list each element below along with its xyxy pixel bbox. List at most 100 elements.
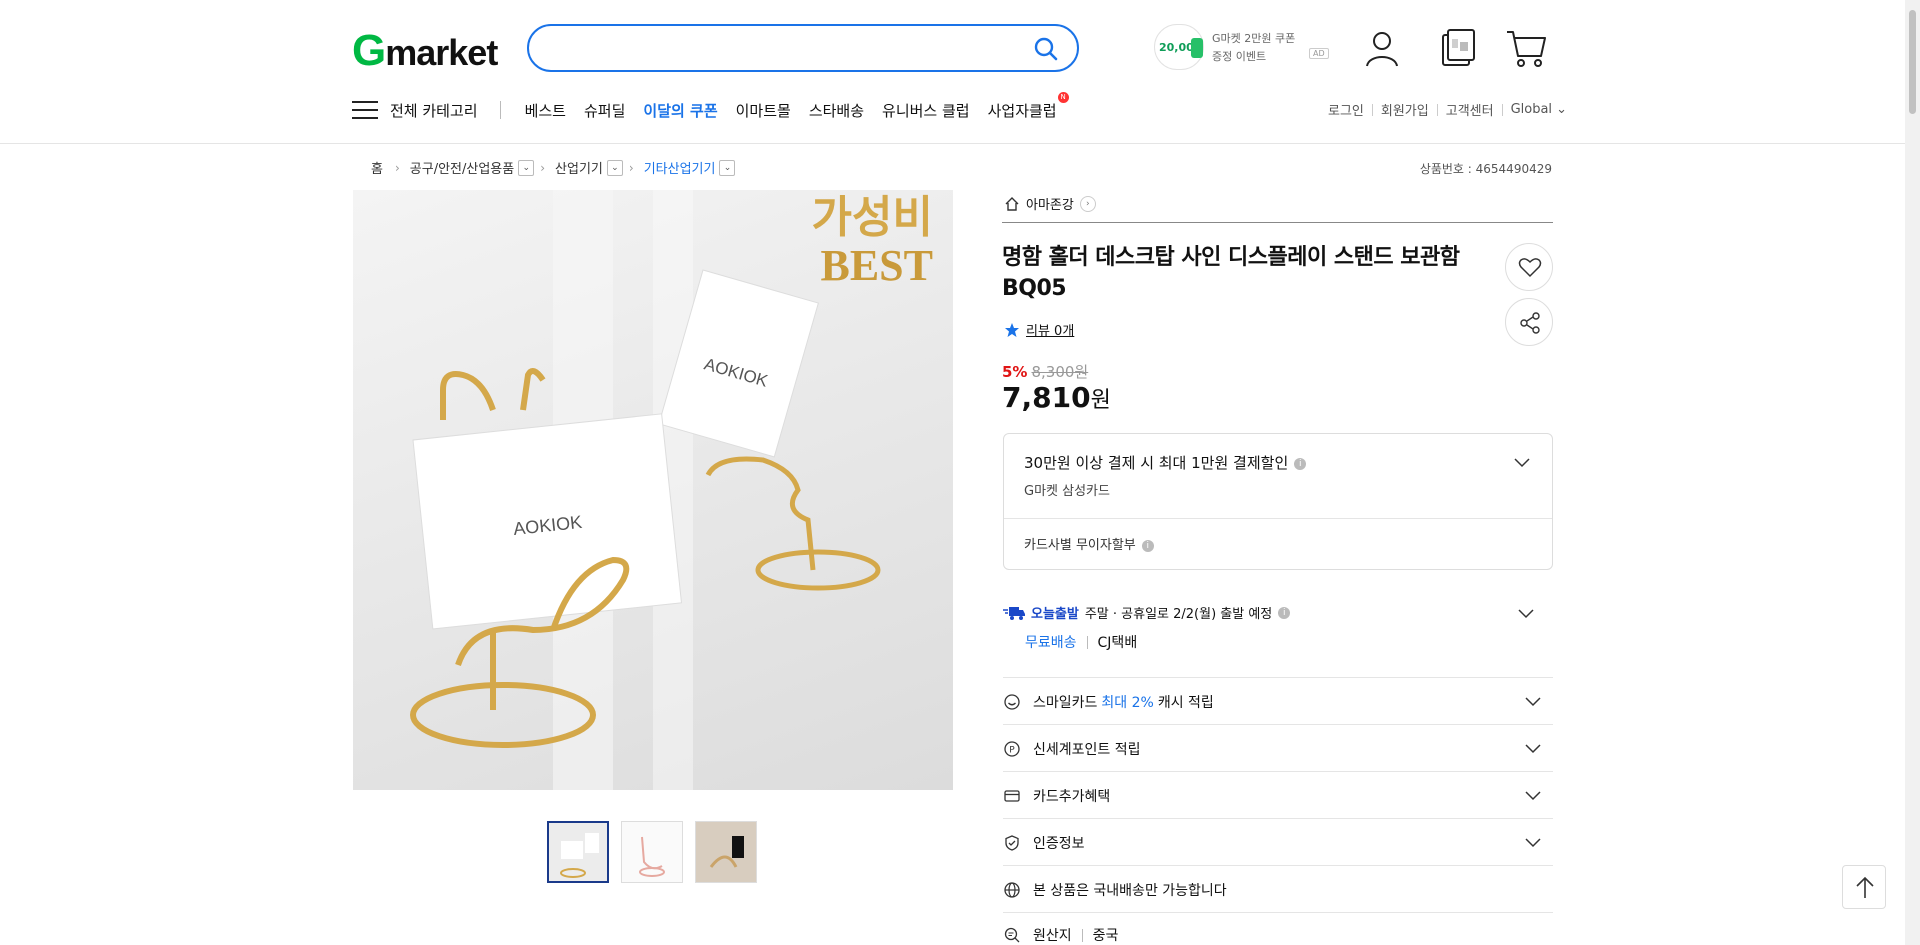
breadcrumb-home[interactable]: 홈: [371, 158, 383, 177]
recent-items-icon[interactable]: [1435, 26, 1479, 70]
product-number: 상품번호 : 4654490429: [1419, 162, 1552, 176]
card-extra-benefit-row[interactable]: 카드추가혜택: [1003, 784, 1553, 808]
promo-line2: 증정 이벤트: [1212, 50, 1267, 63]
chevron-down-icon: [1525, 791, 1541, 801]
share-icon: [1520, 312, 1540, 334]
review-count: 리뷰 0개: [1026, 324, 1075, 339]
nav-star-delivery[interactable]: 스타배송: [809, 100, 864, 121]
info-icon[interactable]: i: [1141, 539, 1154, 552]
point-icon: P: [1004, 741, 1020, 757]
price-original-row: 5% 8,300원: [1002, 361, 1088, 382]
share-button[interactable]: [1505, 298, 1553, 346]
info-icon[interactable]: i: [1294, 457, 1307, 470]
discount-rate: 5%: [1002, 363, 1028, 381]
nav-business-club[interactable]: 사업자클럽 N: [988, 91, 1069, 121]
globe-icon: [1004, 882, 1020, 898]
sale-price: 7,810원: [1002, 381, 1111, 414]
signup-link[interactable]: 회원가입: [1373, 100, 1437, 119]
product-main-image[interactable]: 가성비 BEST AOKIOK AOKIOK: [353, 190, 953, 790]
breadcrumb-cat1[interactable]: 공구/안전/산업용품: [410, 158, 514, 177]
breadcrumb: 홈 › 공구/안전/산업용품 ⌄ › 산업기기 ⌄ › 기타산업기기 ⌄: [371, 158, 736, 177]
wishlist-button[interactable]: [1505, 243, 1553, 291]
chevron-down-icon: [1525, 838, 1541, 848]
shop-name: 아마존강: [1026, 198, 1074, 213]
chevron-down-icon[interactable]: [1514, 458, 1530, 468]
dispatch-schedule: 주말 · 공휴일로 2/2(월) 출발 예정: [1084, 607, 1273, 622]
original-price: 8,300원: [1031, 363, 1089, 381]
star-icon: [1005, 322, 1019, 337]
chevron-down-icon: [1525, 744, 1541, 754]
breadcrumb-cat3[interactable]: 기타산업기기: [644, 158, 716, 177]
shield-check-icon: [1005, 835, 1019, 851]
header-divider: [0, 143, 1920, 144]
chevron-down-icon[interactable]: [1518, 609, 1534, 619]
business-card-stand-image: 가성비 BEST AOKIOK AOKIOK: [410, 190, 933, 790]
chevron-right-icon: ›: [540, 160, 546, 175]
smile-icon: [1004, 694, 1020, 710]
shinsegae-point-row[interactable]: P 신세계포인트 적립: [1003, 737, 1553, 761]
chevron-right-icon: ›: [628, 160, 634, 175]
image-text-1: 가성비: [812, 192, 933, 243]
smilecard-benefit-row[interactable]: 스마일카드 최대 2% 캐시 적립: [1003, 690, 1553, 714]
nav-best[interactable]: 베스트: [525, 100, 566, 121]
search-input[interactable]: [549, 36, 1019, 60]
installment-info: 카드사별 무이자할부 i: [1024, 534, 1154, 553]
today-dispatch-label: 오늘출발: [1031, 607, 1079, 622]
search-box[interactable]: [527, 24, 1079, 72]
page-scrollbar[interactable]: [1905, 0, 1920, 945]
cart-icon[interactable]: [1504, 26, 1548, 70]
thumbnail-list: [547, 821, 757, 883]
nav-superdeal[interactable]: 슈퍼딜: [584, 100, 625, 121]
dropdown-icon[interactable]: ⌄: [719, 159, 736, 176]
coupon-coin-icon: 20,000: [1154, 24, 1204, 70]
nav-divider: [499, 101, 501, 119]
delivery-truck-icon: [1003, 606, 1025, 620]
heart-icon: [1518, 258, 1542, 278]
dropdown-icon[interactable]: ⌄: [518, 159, 535, 176]
nav-emart-mall[interactable]: 이마트몰: [736, 100, 791, 121]
card-benefit-box[interactable]: 30만원 이상 결제 시 최대 1만원 결제할인 i G마켓 삼성카드 카드사별 …: [1003, 433, 1553, 570]
svg-text:P: P: [1009, 746, 1015, 756]
global-dropdown[interactable]: Global ⌄: [1503, 102, 1576, 117]
main-nav: 전체 카테고리 베스트 슈퍼딜 이달의 쿠폰 이마트몰 스타배송 유니버스 클럽…: [352, 91, 1075, 122]
shipping-info[interactable]: 오늘출발 주말 · 공휴일로 2/2(월) 출발 예정 i 무료배송 CJ택배: [1003, 603, 1291, 652]
search-doc-icon: [1004, 927, 1020, 943]
shop-divider: [1002, 222, 1553, 223]
domestic-shipping-row: 본 상품은 국내배송만 가능합니다: [1003, 878, 1553, 902]
thumbnail-3[interactable]: [695, 821, 757, 883]
new-badge: N: [1057, 91, 1069, 103]
search-icon[interactable]: [1033, 36, 1059, 62]
thumbnail-1[interactable]: [547, 821, 609, 883]
customer-center-link[interactable]: 고객센터: [1438, 100, 1502, 119]
origin-row: 원산지 중국: [1003, 925, 1553, 945]
scrollbar-thumb[interactable]: [1909, 10, 1916, 114]
utility-links: 로그인 회원가입 고객센터 Global ⌄: [1320, 100, 1575, 119]
coupon-promo-banner[interactable]: 20,000 G마켓 2만원 쿠폰 증정 이벤트 AD: [1154, 24, 1334, 70]
arrow-up-icon: [1856, 876, 1874, 898]
info-icon[interactable]: i: [1278, 606, 1291, 619]
nav-universe-club[interactable]: 유니버스 클럽: [882, 100, 970, 121]
dropdown-icon[interactable]: ⌄: [606, 159, 623, 176]
breadcrumb-cat2[interactable]: 산업기기: [555, 158, 603, 177]
nav-monthly-coupon[interactable]: 이달의 쿠폰: [643, 100, 717, 121]
all-categories[interactable]: 전체 카테고리: [390, 100, 478, 121]
card-benefit-subtitle: G마켓 삼성카드: [1024, 484, 1110, 499]
review-link[interactable]: 리뷰 0개: [1004, 320, 1074, 339]
chevron-right-icon: ›: [394, 160, 400, 175]
free-shipping: 무료배송: [1025, 635, 1077, 651]
shop-link[interactable]: 아마존강 ›: [1004, 194, 1096, 213]
login-link[interactable]: 로그인: [1320, 100, 1372, 119]
certification-row[interactable]: 인증정보: [1003, 831, 1553, 855]
image-text-2: BEST: [820, 241, 933, 290]
menu-icon[interactable]: [352, 100, 378, 120]
ad-badge: AD: [1309, 48, 1329, 59]
courier: CJ택배: [1097, 635, 1138, 651]
product-title: 명함 홀더 데스크탑 사인 디스플레이 스탠드 보관함 BQ05: [1002, 245, 1460, 301]
user-icon[interactable]: [1360, 26, 1404, 70]
gmarket-logo[interactable]: Gmarket: [352, 26, 498, 76]
scroll-top-button[interactable]: [1842, 865, 1886, 909]
card-icon: [1004, 790, 1020, 802]
thumbnail-2[interactable]: [621, 821, 683, 883]
chevron-right-icon: ›: [1079, 195, 1096, 212]
card-benefit-title: 30만원 이상 결제 시 최대 1만원 결제할인 i: [1024, 452, 1307, 473]
